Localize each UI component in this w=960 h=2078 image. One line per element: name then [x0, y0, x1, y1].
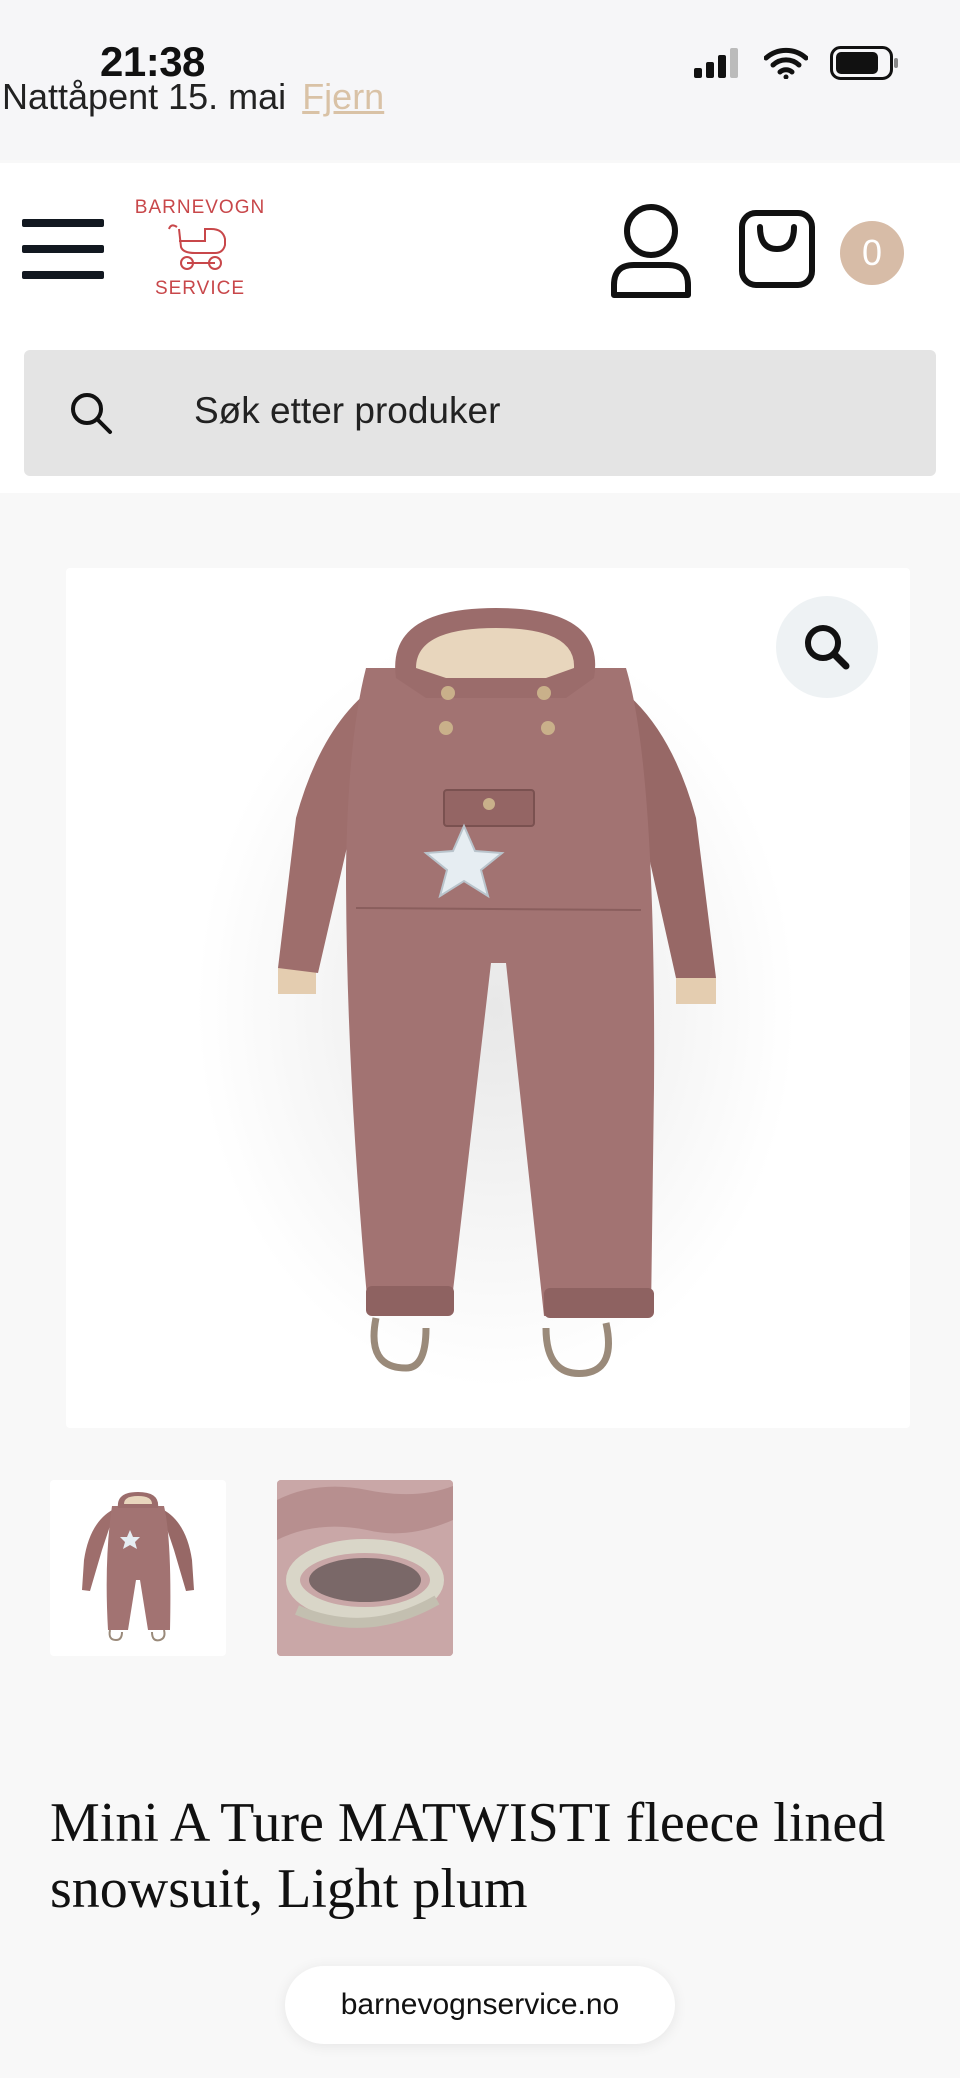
menu-line [22, 245, 104, 253]
snowsuit-detail-image [277, 1480, 453, 1656]
site-logo[interactable]: BARNEVOGN SERVICE [130, 197, 270, 300]
search-input[interactable] [194, 390, 894, 432]
magnifier-icon [805, 625, 850, 670]
menu-line [22, 219, 104, 227]
zoom-button[interactable] [776, 596, 878, 698]
cart-button[interactable] [738, 209, 816, 289]
notice-bar: Nattåpent 15. mai Fjern [2, 76, 384, 118]
notice-text: Nattåpent 15. mai [2, 76, 287, 117]
search-bar[interactable] [24, 350, 936, 476]
browser-url-bar[interactable]: barnevognservice.no [285, 1966, 675, 2044]
wifi-icon [764, 47, 808, 79]
thumbnail-snowsuit-front[interactable] [50, 1480, 226, 1656]
cart-count-badge[interactable]: 0 [840, 221, 904, 285]
logo-text-top: BARNEVOGN [134, 197, 266, 218]
pram-icon [168, 224, 226, 270]
notice-dismiss-link[interactable]: Fjern [302, 76, 384, 117]
shopping-bag-icon [739, 210, 815, 288]
battery-icon [830, 46, 898, 80]
snowsuit-thumbnail-image [82, 1492, 194, 1642]
hamburger-menu-button[interactable] [22, 219, 104, 281]
user-icon [611, 204, 691, 298]
system-icons [694, 46, 900, 80]
signal-icon [694, 48, 738, 78]
search-icon[interactable] [68, 390, 114, 436]
product-title: Mini A Ture MATWISTI fleece lined snowsu… [50, 1792, 886, 1920]
menu-line [22, 271, 104, 279]
logo-text-bottom: SERVICE [154, 278, 246, 299]
status-bar: 21:38 Nattåpent 15. mai Fjern [0, 0, 960, 160]
thumbnail-snowsuit-detail[interactable] [277, 1480, 453, 1656]
site-header: BARNEVOGN SERVICE 0 [0, 163, 960, 493]
account-button[interactable] [610, 203, 692, 299]
